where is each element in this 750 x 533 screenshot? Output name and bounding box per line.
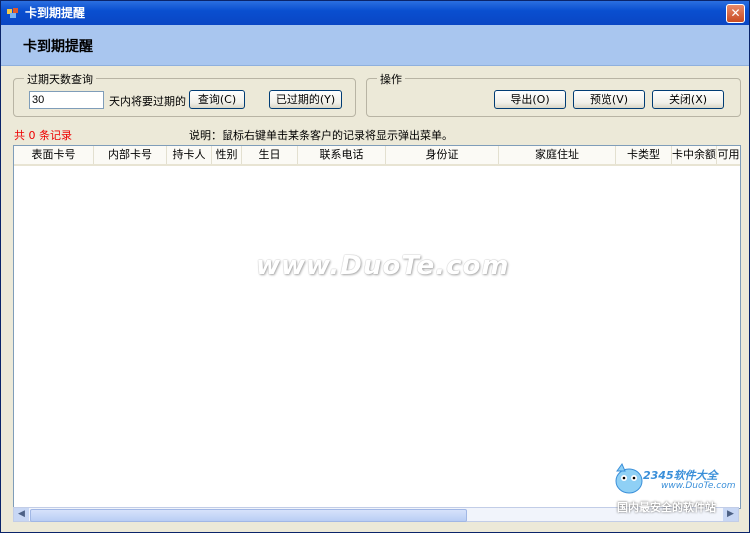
table-header: 表面卡号 内部卡号 持卡人 性别 生日 联系电话 身份证 家庭住址 卡类型 卡中… <box>14 146 740 166</box>
column-header[interactable]: 持卡人 <box>167 146 212 164</box>
column-header[interactable]: 性别 <box>212 146 242 164</box>
expired-button[interactable]: 已过期的(Y) <box>269 90 342 109</box>
query-button[interactable]: 查询(C) <box>189 90 245 109</box>
column-header[interactable]: 卡类型 <box>616 146 672 164</box>
column-header[interactable]: 可用 <box>717 146 740 164</box>
window-title: 卡到期提醒 <box>25 6 86 20</box>
column-header[interactable]: 卡中余额 <box>672 146 717 164</box>
column-header[interactable]: 内部卡号 <box>94 146 167 164</box>
watermark-text: www.DuoTe.com <box>256 251 510 281</box>
page-header: 卡到期提醒 <box>1 25 749 66</box>
app-icon <box>7 8 18 18</box>
close-button[interactable]: 关闭(X) <box>652 90 724 109</box>
column-header[interactable]: 家庭住址 <box>499 146 616 164</box>
record-count: 共 0 条记录 <box>14 129 72 142</box>
column-header[interactable]: 联系电话 <box>298 146 386 164</box>
site-badge: 2345软件大全 www.DuoTe.com 国内最安全的软件站 <box>613 461 749 517</box>
title-bar[interactable]: 卡到期提醒 ✕ <box>1 1 749 25</box>
badge-site: www.DuoTe.com <box>661 481 736 491</box>
mascot-icon <box>615 462 643 494</box>
usage-note: 说明：鼠标右键单击某条客户的记录将显示弹出菜单。 <box>189 129 453 142</box>
operations-group: 操作 导出(O) 预览(V) 关闭(X) <box>366 71 741 117</box>
scrollbar-thumb[interactable] <box>30 509 467 522</box>
page-title: 卡到期提醒 <box>23 39 93 55</box>
days-input[interactable] <box>29 91 104 109</box>
app-window: 卡到期提醒 ✕ 卡到期提醒 过期天数查询 天内将要过期的 查询(C) 已过期的(… <box>0 0 750 533</box>
query-group-legend: 过期天数查询 <box>24 71 96 87</box>
column-header[interactable]: 生日 <box>242 146 298 164</box>
preview-button[interactable]: 预览(V) <box>573 90 645 109</box>
column-header[interactable]: 表面卡号 <box>14 146 94 164</box>
export-button[interactable]: 导出(O) <box>494 90 566 109</box>
query-group: 过期天数查询 天内将要过期的 查询(C) 已过期的(Y) <box>13 71 356 117</box>
operations-group-legend: 操作 <box>377 71 405 87</box>
column-header[interactable]: 身份证 <box>386 146 499 164</box>
days-suffix-label: 天内将要过期的 <box>109 95 186 108</box>
scroll-left-icon[interactable]: ◀ <box>14 508 29 521</box>
window-close-icon[interactable]: ✕ <box>726 4 745 23</box>
badge-slogan: 国内最安全的软件站 <box>617 501 716 514</box>
records-table[interactable]: 表面卡号 内部卡号 持卡人 性别 生日 联系电话 身份证 家庭住址 卡类型 卡中… <box>13 145 741 509</box>
